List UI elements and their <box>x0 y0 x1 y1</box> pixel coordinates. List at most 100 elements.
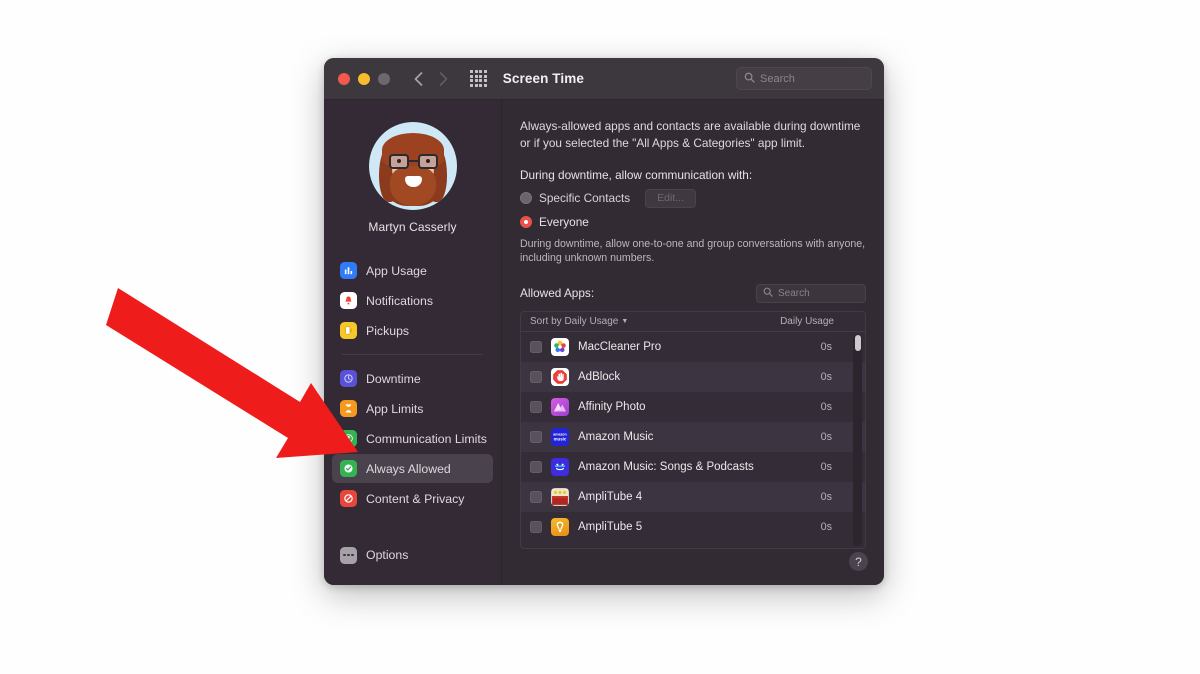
search-icon <box>763 284 773 302</box>
sidebar-item-label: App Usage <box>366 263 427 278</box>
app-name: Amazon Music <box>578 430 654 443</box>
sidebar-item-communication-limits[interactable]: Communication Limits <box>332 424 493 453</box>
app-usage: 0s <box>820 520 832 533</box>
row-checkbox[interactable] <box>530 400 542 413</box>
row-checkbox[interactable] <box>530 460 542 473</box>
main-content: Always-allowed apps and contacts are ava… <box>502 100 884 585</box>
table-row[interactable]: AmpliTube 5 0s <box>521 511 865 542</box>
app-usage: 0s <box>820 400 832 413</box>
screenshot-canvas: Screen Time Search Martyn Casserly App U… <box>0 0 1200 674</box>
sidebar-item-label: App Limits <box>366 401 424 416</box>
app-usage: 0s <box>820 340 832 353</box>
navigation-arrows <box>414 71 448 86</box>
sidebar-item-label: Content & Privacy <box>366 491 465 506</box>
radio-row-specific-contacts[interactable]: Specific Contacts Edit... <box>520 188 866 208</box>
help-button[interactable]: ? <box>849 552 868 571</box>
apps-search-placeholder: Search <box>778 287 810 299</box>
app-usage: 0s <box>820 370 832 383</box>
search-icon <box>744 70 755 88</box>
allowed-apps-table: Sort by Daily Usage ▼ Daily Usage MacCle… <box>520 310 866 549</box>
table-row[interactable]: Amazon Music: Songs & Podcasts 0s <box>521 451 865 482</box>
radio-row-everyone[interactable]: Everyone <box>520 215 866 229</box>
page-title: Screen Time <box>502 71 584 86</box>
sort-by-control[interactable]: Sort by Daily Usage <box>530 316 618 327</box>
zoom-button <box>378 72 390 85</box>
maccleaner-pro-icon <box>551 337 569 356</box>
app-name: AmpliTube 5 <box>578 520 643 533</box>
radio-label-specific-contacts: Specific Contacts <box>539 191 631 205</box>
table-row[interactable]: Affinity Photo 0s <box>521 391 865 422</box>
options-ellipsis-icon <box>340 546 357 564</box>
intro-text: Always-allowed apps and contacts are ava… <box>520 119 861 150</box>
row-checkbox[interactable] <box>530 520 542 533</box>
sidebar: Martyn Casserly App Usage Notifications <box>324 100 502 585</box>
app-limits-icon <box>340 400 357 417</box>
app-name: MacCleaner Pro <box>578 340 662 353</box>
table-row[interactable]: amazon music Amazon Music 0s <box>521 421 865 452</box>
app-grid-icon[interactable] <box>470 70 487 87</box>
amplitube-5-icon <box>551 517 569 536</box>
forward-chevron-icon <box>439 71 448 86</box>
avatar[interactable] <box>368 122 457 210</box>
edit-contacts-button[interactable]: Edit... <box>645 188 696 208</box>
radio-everyone[interactable] <box>520 215 532 228</box>
options-label: Options <box>366 548 409 562</box>
minimize-button[interactable] <box>358 72 370 85</box>
row-checkbox[interactable] <box>530 490 542 503</box>
window-titlebar: Screen Time Search <box>324 58 884 100</box>
adblock-icon <box>551 367 569 386</box>
apps-search-input[interactable]: Search <box>756 283 866 303</box>
sidebar-item-label: Always Allowed <box>366 461 451 476</box>
app-name: AdBlock <box>578 370 621 383</box>
amazon-music-songs-icon <box>551 457 569 476</box>
sidebar-item-options[interactable]: Options <box>332 541 416 569</box>
avatar-wrapper <box>368 122 457 210</box>
communication-limits-icon <box>340 430 357 447</box>
titlebar-search-placeholder: Search <box>760 72 795 85</box>
app-usage: 0s <box>820 430 832 443</box>
titlebar-search-field[interactable]: Search <box>736 67 872 90</box>
radio-specific-contacts[interactable] <box>520 192 532 204</box>
row-checkbox[interactable] <box>530 370 542 383</box>
back-chevron-icon[interactable] <box>414 71 423 86</box>
radio-label-everyone: Everyone <box>539 214 589 229</box>
amazon-music-icon: amazon music <box>551 427 569 446</box>
table-row[interactable]: AdBlock 0s <box>521 361 865 392</box>
sidebar-item-downtime[interactable]: Downtime <box>332 364 493 393</box>
notifications-icon <box>340 292 357 309</box>
sidebar-item-content-privacy[interactable]: Content & Privacy <box>332 484 493 513</box>
sidebar-divider <box>342 354 483 355</box>
app-name: AmpliTube 4 <box>578 490 643 503</box>
app-usage: 0s <box>820 460 832 473</box>
content-privacy-icon <box>340 490 357 507</box>
sidebar-item-pickups[interactable]: Pickups <box>332 316 493 345</box>
app-name: Affinity Photo <box>578 400 646 413</box>
screen-time-window: Screen Time Search Martyn Casserly App U… <box>324 58 884 585</box>
sidebar-item-app-limits[interactable]: App Limits <box>332 394 493 423</box>
table-row[interactable]: AmpliTube 4 0s <box>521 481 865 512</box>
close-button[interactable] <box>338 72 350 85</box>
table-scrollbar[interactable] <box>853 333 862 546</box>
scrollbar-thumb[interactable] <box>854 334 861 351</box>
table-rows: MacCleaner Pro 0s AdBlock 0s Affinity Ph… <box>521 331 865 548</box>
row-checkbox[interactable] <box>530 340 542 353</box>
sidebar-item-notifications[interactable]: Notifications <box>332 286 493 315</box>
sidebar-item-always-allowed[interactable]: Always Allowed <box>332 454 493 483</box>
window-body: Martyn Casserly App Usage Notifications <box>324 100 884 585</box>
communication-question: During downtime, allow communication wit… <box>520 167 753 182</box>
table-header: Sort by Daily Usage ▼ Daily Usage <box>521 311 865 332</box>
allowed-apps-label: Allowed Apps: <box>520 286 595 301</box>
sidebar-item-label: Communication Limits <box>366 431 487 446</box>
always-allowed-icon <box>340 460 357 477</box>
sidebar-item-app-usage[interactable]: App Usage <box>332 256 493 285</box>
allowed-apps-header: Allowed Apps: Search <box>520 283 866 303</box>
row-checkbox[interactable] <box>530 430 542 443</box>
app-usage: 0s <box>820 490 832 503</box>
affinity-photo-icon <box>551 397 569 416</box>
sidebar-item-label: Downtime <box>366 371 421 386</box>
chevron-down-icon[interactable]: ▼ <box>621 318 628 325</box>
amplitube-4-icon <box>551 487 569 506</box>
user-name: Martyn Casserly <box>368 220 457 234</box>
table-row[interactable]: MacCleaner Pro 0s <box>521 331 865 362</box>
sidebar-item-label: Pickups <box>366 323 410 338</box>
